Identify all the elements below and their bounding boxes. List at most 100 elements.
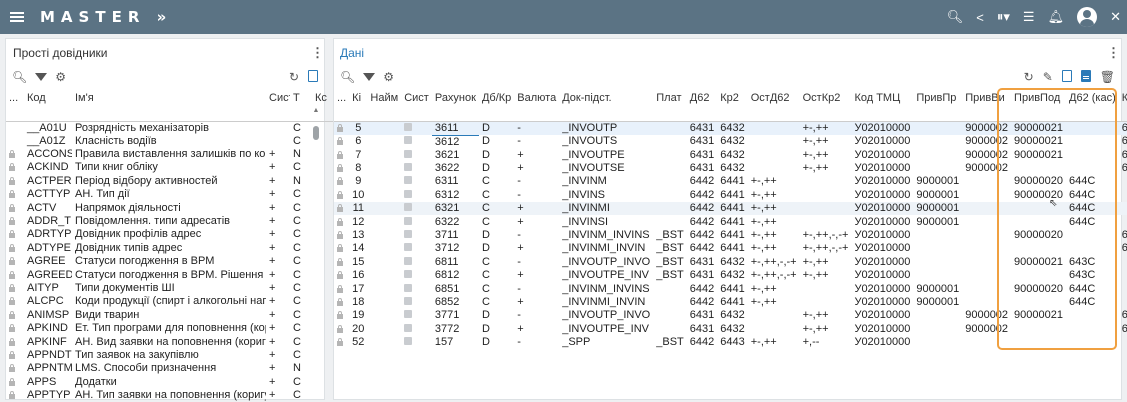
bell-icon[interactable]: 🔔︎ [1048, 9, 1065, 25]
column-header[interactable]: Код ТМЦ [851, 91, 913, 105]
checkbox-icon[interactable] [404, 230, 413, 239]
scrollbar[interactable]: ▲ [312, 107, 320, 187]
checkbox-icon[interactable] [404, 136, 413, 145]
checkbox-icon[interactable] [404, 296, 413, 305]
table-row[interactable]: __A01U Розрядність механізаторів C [6, 121, 336, 135]
table-row[interactable]: ACCONS Правила виставлення залишків по ко… [6, 148, 336, 161]
gear-icon[interactable]: ⚙ [55, 70, 66, 84]
column-header[interactable]: Найм [367, 91, 401, 105]
share-icon[interactable]: < [976, 10, 984, 25]
checkbox-icon[interactable] [404, 283, 413, 292]
table-row[interactable]: APKIND Ет. Тип програми для поповнення (к… [6, 322, 336, 335]
name-cell [367, 296, 401, 309]
column-header[interactable]: Рахунок [432, 91, 479, 105]
scroll-up-icon[interactable]: ▲ [312, 107, 320, 114]
new-document-icon[interactable] [1061, 70, 1072, 82]
gear-icon[interactable]: ⚙ [383, 70, 394, 84]
refresh-icon[interactable]: ↻ [1024, 70, 1034, 84]
table-row[interactable]: AGREE Статуси погодження в ВРМ + C [6, 255, 336, 268]
pause-icon[interactable]: ⏸︎▾ [997, 9, 1010, 25]
balance-d62-cell: +-,++ [750, 295, 777, 308]
column-header[interactable]: Код [24, 91, 72, 105]
system-cell [401, 256, 432, 269]
column-header[interactable]: ... [6, 91, 24, 105]
column-header[interactable]: Валюта [514, 91, 559, 105]
checkbox-icon[interactable] [404, 203, 413, 212]
table-row[interactable]: __A01Z Класність водіїв C [6, 135, 336, 148]
list-settings-icon[interactable]: ☰ [1023, 9, 1035, 25]
checkbox-icon[interactable] [404, 323, 413, 332]
column-header[interactable]: Кр2 (кас) [1119, 91, 1127, 105]
lock-icon [9, 297, 15, 306]
search-icon[interactable]: 🔍︎ [947, 9, 964, 25]
checkbox-icon[interactable] [404, 310, 413, 319]
checkbox-icon[interactable] [404, 163, 413, 172]
column-header[interactable]: Д62 [687, 91, 717, 105]
checkbox-icon[interactable] [404, 176, 413, 185]
table-row[interactable]: APPS Додатки + C [6, 376, 336, 389]
column-header[interactable]: Кі [349, 91, 367, 105]
table-row[interactable]: APPTYP АН. Тип заявки на поповнення (кори… [6, 389, 336, 402]
column-header[interactable]: ПривПр [913, 91, 962, 105]
balance-kr2-cell: +-,++ [802, 162, 829, 175]
column-header[interactable]: Сист [401, 91, 432, 105]
table-row[interactable]: ADRTYP Довідник профілів адрес + C [6, 228, 336, 241]
table-row[interactable]: ADDR_T Повідомлення. типи адресатів + C [6, 215, 336, 228]
table-row[interactable]: APPNTM LMS. Способи призначення + N [6, 362, 336, 375]
column-header[interactable]: ОстД62 [748, 91, 800, 105]
payer-cell [653, 309, 687, 322]
column-header[interactable]: Сист [266, 91, 290, 105]
table-row[interactable]: ACKIND Типи книг обліку + C [6, 161, 336, 174]
table-row[interactable]: AGREED Статуси погодження в ВРМ. Рішення +… [6, 268, 336, 281]
search-icon[interactable]: 🔍︎ [12, 70, 27, 84]
table-row[interactable]: APPNDT Тип заявок на закупівлю + C [6, 349, 336, 362]
column-header[interactable]: Дб/Кр [479, 91, 514, 105]
user-avatar-icon[interactable] [1077, 7, 1098, 27]
system-cell [401, 242, 432, 255]
table-row[interactable]: AITYP Типи документів ШІ + C [6, 282, 336, 295]
menu-icon[interactable] [10, 12, 24, 22]
lock-cell [334, 256, 349, 269]
scrollbar-thumb[interactable] [313, 126, 319, 140]
table-row[interactable]: ACTPER Період відбору активностей + N [6, 175, 336, 188]
more-options-icon[interactable]: ⋮ [311, 45, 324, 61]
checkbox-icon[interactable] [404, 270, 413, 279]
more-options-icon[interactable]: ⋮ [1107, 45, 1120, 61]
column-header[interactable]: Плат [653, 91, 687, 105]
delete-icon[interactable]: 🗑︎ [1100, 70, 1115, 84]
column-header[interactable]: Т [290, 91, 312, 105]
checkbox-icon[interactable] [404, 149, 413, 158]
checkbox-icon[interactable] [404, 216, 413, 225]
system-cell [401, 149, 432, 162]
binding-1-cell [913, 269, 962, 282]
table-row[interactable]: ADTYPE Довідник типів адрес + C [6, 242, 336, 255]
column-header[interactable]: ... [334, 91, 349, 105]
refresh-icon[interactable]: ↻ [289, 70, 299, 84]
column-header[interactable]: Кр2 [717, 91, 747, 105]
table-row[interactable]: ACTTYP АН. Тип дії + C [6, 188, 336, 201]
checkbox-icon[interactable] [404, 337, 413, 346]
close-icon[interactable]: ✕ [1110, 9, 1121, 25]
edit-icon[interactable]: ✎ [1043, 70, 1053, 84]
account-cell: 3622 [434, 162, 460, 175]
table-row[interactable]: ACTV Напрямок діяльності + C [6, 201, 336, 214]
checkbox-icon[interactable] [404, 243, 413, 252]
lock-cell [334, 282, 349, 295]
checkbox-icon[interactable] [404, 189, 413, 198]
filter-icon[interactable] [363, 73, 376, 81]
column-header[interactable]: ОстКр2 [800, 91, 852, 105]
new-document-icon[interactable] [308, 70, 318, 82]
search-icon[interactable]: 🔍︎ [340, 70, 355, 84]
lock-icon [9, 163, 15, 172]
column-header[interactable]: Ім'я [72, 91, 266, 105]
column-header[interactable]: Док-підст. [559, 91, 653, 105]
binding-1-cell: 9000001 [916, 175, 960, 188]
table-row[interactable]: ANIMSP Види тварин + C [6, 309, 336, 322]
filter-row[interactable] [6, 105, 336, 122]
document-icon[interactable] [1080, 70, 1091, 82]
table-row[interactable]: APKINF АН. Вид заявки на поповнення (кори… [6, 335, 336, 348]
filter-icon[interactable] [35, 73, 48, 81]
checkbox-icon[interactable] [404, 122, 413, 131]
table-row[interactable]: ALCPC Коди продукції (спирт і алкогольні … [6, 295, 336, 308]
checkbox-icon[interactable] [404, 256, 413, 265]
